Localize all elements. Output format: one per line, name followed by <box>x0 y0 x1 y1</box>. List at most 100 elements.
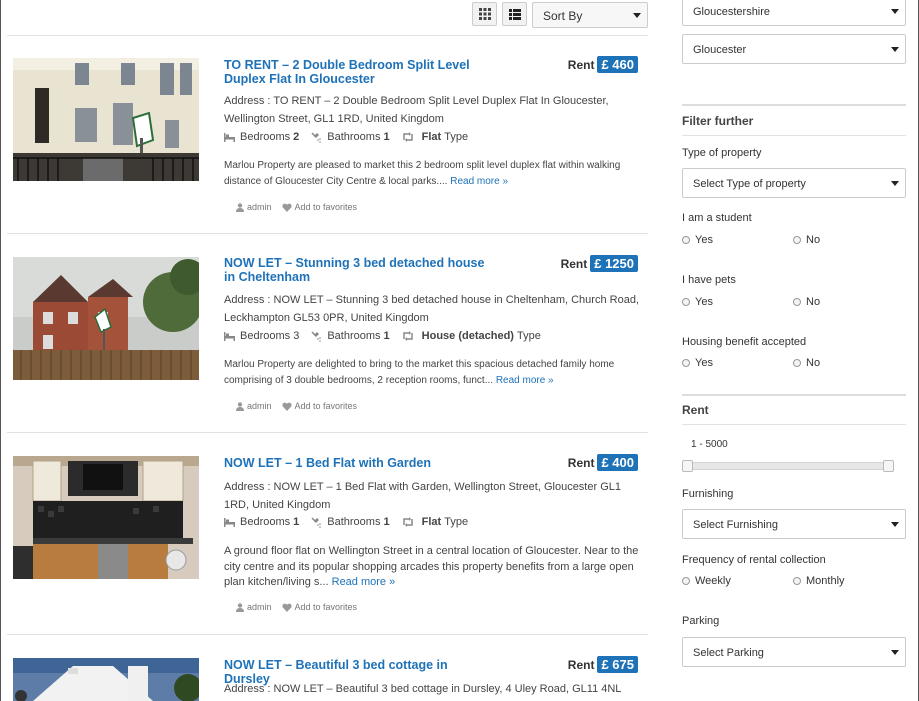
type-of-property-label: Type of property <box>682 147 762 159</box>
divider <box>7 634 648 635</box>
bathrooms-value: 1 <box>383 330 390 342</box>
shower-icon <box>311 516 322 528</box>
list-view-button[interactable] <box>502 2 527 26</box>
add-favorites-link[interactable]: Add to favorites <box>281 602 358 612</box>
pets-yes-radio[interactable]: Yes <box>682 296 713 308</box>
frequency-weekly-radio[interactable]: Weekly <box>682 575 731 587</box>
listing-title[interactable]: NOW LET – 1 Bed Flat with Garden <box>224 456 494 470</box>
rent-slider-max-handle[interactable] <box>883 460 894 472</box>
listing-description: Marlou Property are pleased to market th… <box>224 158 644 190</box>
favorites-label: Add to favorites <box>294 401 358 411</box>
type-of-property-select-value: Select Type of property <box>693 178 806 190</box>
author-link[interactable]: admin <box>236 401 272 411</box>
listing-card: NOW LET – Beautiful 3 bed cottage in Dur… <box>13 656 648 701</box>
listing-title[interactable]: TO RENT – 2 Double Bedroom Split Level D… <box>224 58 494 86</box>
parking-label: Parking <box>682 615 720 627</box>
heart-icon <box>281 203 292 212</box>
listing-card: TO RENT – 2 Double Bedroom Split Level D… <box>13 56 648 228</box>
shower-icon <box>311 330 322 342</box>
description-text: A ground floor flat on Wellington Street… <box>224 545 639 588</box>
divider <box>682 424 906 425</box>
listing-specs: Bedrooms 2 Bathrooms 1 Flat Type <box>224 131 480 143</box>
listing-card: NOW LET – Stunning 3 bed detached house … <box>13 255 648 427</box>
bed-icon <box>224 517 235 527</box>
user-icon <box>236 602 244 612</box>
bathrooms-label: Bathrooms <box>327 516 381 528</box>
radio-label: Weekly <box>695 575 731 587</box>
city-select[interactable]: Gloucester <box>682 34 906 64</box>
rent-slider-track[interactable] <box>685 462 892 470</box>
author-link[interactable]: admin <box>236 602 272 612</box>
price-badge: £ 460 <box>597 56 638 73</box>
student-no-radio[interactable]: No <box>793 234 820 246</box>
property-photo[interactable] <box>13 257 199 380</box>
price-badge: £ 675 <box>597 656 638 673</box>
add-favorites-link[interactable]: Add to favorites <box>281 401 358 411</box>
frequency-label: Frequency of rental collection <box>682 554 826 566</box>
listing-specs: Bedrooms 1 Bathrooms 1 Flat Type <box>224 516 480 528</box>
read-more-link[interactable]: Read more » <box>496 375 554 386</box>
benefit-yes-radio[interactable]: Yes <box>682 357 713 369</box>
rent-slider-min-handle[interactable] <box>682 460 693 472</box>
description-text: Marlou Property are delighted to bring t… <box>224 359 615 386</box>
type-of-property-select[interactable]: Select Type of property <box>682 168 906 198</box>
bedrooms-value: 3 <box>293 330 300 342</box>
property-photo[interactable] <box>13 456 199 579</box>
list-icon <box>508 8 521 20</box>
divider <box>7 35 648 36</box>
type-value: Flat <box>421 131 442 143</box>
property-photo[interactable] <box>13 658 199 701</box>
read-more-link[interactable]: Read more » <box>332 576 396 588</box>
county-select-value: Gloucestershire <box>693 6 771 18</box>
favorites-label: Add to favorites <box>294 602 358 612</box>
bedrooms-spec: Bedrooms 2 <box>224 131 299 143</box>
divider <box>7 233 648 234</box>
rent-text: Rent <box>567 57 595 72</box>
bathrooms-label: Bathrooms <box>327 131 381 143</box>
property-photo[interactable] <box>13 58 199 181</box>
sort-select[interactable]: Sort By <box>532 2 648 28</box>
furnishing-label: Furnishing <box>682 488 734 500</box>
description-text: Marlou Property are pleased to market th… <box>224 160 621 187</box>
divider <box>682 394 906 396</box>
filter-heading: Filter further <box>682 114 754 128</box>
county-select[interactable]: Gloucestershire <box>682 0 906 26</box>
radio-label: Yes <box>695 296 713 308</box>
add-favorites-link[interactable]: Add to favorites <box>281 202 357 212</box>
listing-title[interactable]: NOW LET – Stunning 3 bed detached house … <box>224 256 494 284</box>
student-yes-radio[interactable]: Yes <box>682 234 713 246</box>
benefit-no-radio[interactable]: No <box>793 357 820 369</box>
furnishing-select[interactable]: Select Furnishing <box>682 509 906 539</box>
type-label: Type <box>444 516 469 528</box>
chevron-down-icon <box>891 181 899 186</box>
retweet-icon <box>402 331 413 341</box>
furnishing-select-value: Select Furnishing <box>693 519 778 531</box>
type-label: Type <box>444 131 469 143</box>
frequency-monthly-radio[interactable]: Monthly <box>793 575 845 587</box>
grid-view-button[interactable] <box>472 2 497 26</box>
radio-circle <box>793 236 801 244</box>
bathrooms-value: 1 <box>383 131 390 143</box>
retweet-icon <box>402 132 413 142</box>
bathrooms-label: Bathrooms <box>327 330 381 342</box>
chevron-down-icon <box>891 9 899 14</box>
city-select-value: Gloucester <box>693 44 747 56</box>
radio-circle <box>793 298 801 306</box>
retweet-icon <box>402 517 413 527</box>
divider <box>7 432 648 433</box>
author-link[interactable]: admin <box>236 202 272 212</box>
sort-select-value: Sort By <box>543 9 583 23</box>
divider <box>682 135 906 136</box>
listing-address: Address : TO RENT – 2 Double Bedroom Spl… <box>224 95 609 125</box>
pets-no-radio[interactable]: No <box>793 296 820 308</box>
student-label: I am a student <box>682 212 752 224</box>
bedrooms-value: 2 <box>293 131 300 143</box>
listing-address: Address : NOW LET – Beautiful 3 bed cott… <box>224 683 622 695</box>
chevron-down-icon <box>891 47 899 52</box>
listing-card: NOW LET – 1 Bed Flat with Garden Rent £ … <box>13 454 648 626</box>
listing-address: Address : NOW LET – 1 Bed Flat with Gard… <box>224 481 621 511</box>
bathrooms-spec: Bathrooms 1 <box>311 131 390 143</box>
radio-label: No <box>806 357 821 369</box>
read-more-link[interactable]: Read more » <box>450 176 508 187</box>
parking-select[interactable]: Select Parking <box>682 637 906 667</box>
